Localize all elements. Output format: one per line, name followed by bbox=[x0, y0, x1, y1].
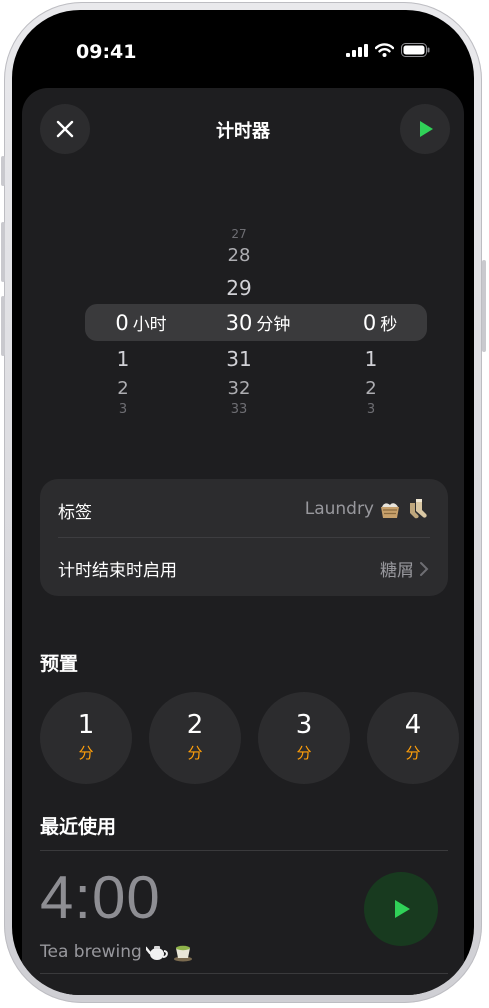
tea-cup-emoji-icon bbox=[173, 945, 192, 962]
timer-sheet: 计时器 27 28 29 30 分钟 31 32 33 0 小时 1 2 3 0… bbox=[22, 88, 464, 995]
teapot-emoji-icon bbox=[145, 946, 168, 960]
screen: 09:41 计时器 27 28 29 30 分钟 31 32 33 0 小时 1… bbox=[12, 10, 474, 995]
preset-4-min-button[interactable]: 4 分 bbox=[367, 692, 459, 784]
minutes-option-32: 32 bbox=[227, 378, 251, 399]
play-icon bbox=[420, 121, 433, 137]
battery-icon bbox=[401, 43, 430, 57]
minutes-option-31: 31 bbox=[226, 347, 252, 371]
hours-selected-value: 0 bbox=[115, 311, 129, 335]
start-timer-button[interactable] bbox=[400, 104, 450, 154]
label-row-title: 标签 bbox=[58, 503, 92, 523]
preset-value: 4 bbox=[404, 710, 422, 740]
minutes-selected-value: 30 bbox=[225, 311, 253, 335]
preset-unit: 分 bbox=[187, 744, 203, 762]
preset-unit: 分 bbox=[405, 744, 421, 762]
label-row-value-group: Laundry bbox=[305, 498, 430, 520]
sheet-title: 计时器 bbox=[216, 121, 270, 142]
seconds-selected-value: 0 bbox=[362, 311, 377, 335]
label-row-value: Laundry bbox=[304, 499, 374, 519]
hours-unit: 小时 bbox=[132, 315, 167, 335]
preset-value: 3 bbox=[295, 710, 313, 740]
when-timer-ends-value-group: 糖屑 bbox=[380, 556, 430, 581]
hours-option-2: 2 bbox=[117, 378, 129, 399]
side-button-volume-up bbox=[1, 222, 5, 282]
minutes-option-29: 29 bbox=[226, 276, 252, 300]
when-timer-ends-title: 计时结束时启用 bbox=[58, 561, 177, 581]
play-icon bbox=[395, 900, 410, 918]
presets-title: 预置 bbox=[40, 653, 79, 675]
recents-bottom-divider bbox=[40, 973, 448, 974]
status-icons bbox=[346, 43, 430, 57]
hours-option-1: 1 bbox=[116, 347, 130, 371]
seconds-selected: 0秒 bbox=[363, 310, 397, 335]
timer-settings-card: 标签 Laundry 计时结束时启用 糖屑 bbox=[40, 479, 448, 596]
recents-title: 最近使用 bbox=[40, 816, 117, 838]
seconds-option-1: 1 bbox=[364, 347, 378, 371]
preset-unit: 分 bbox=[296, 744, 312, 762]
preset-2-min-button[interactable]: 2 分 bbox=[149, 692, 241, 784]
recent-timer-label-group: Tea brewing bbox=[40, 942, 194, 962]
minutes-option-28: 28 bbox=[227, 245, 251, 266]
seconds-unit: 秒 bbox=[380, 315, 398, 335]
status-time: 09:41 bbox=[76, 41, 137, 63]
seconds-option-2: 2 bbox=[365, 378, 377, 399]
recent-timer-play-button[interactable] bbox=[364, 872, 438, 946]
cellular-signal-icon bbox=[346, 43, 368, 57]
recent-timer-label: Tea brewing bbox=[40, 942, 142, 962]
preset-1-min-button[interactable]: 1 分 bbox=[40, 692, 132, 784]
when-timer-ends-row[interactable]: 计时结束时启用 糖屑 bbox=[40, 538, 448, 596]
status-bar: 09:41 bbox=[12, 10, 474, 90]
socks-emoji-icon bbox=[410, 499, 427, 519]
minutes-unit: 分钟 bbox=[256, 315, 291, 335]
side-button-power bbox=[482, 260, 486, 352]
recent-timer-duration: 4:00 bbox=[40, 864, 161, 931]
minutes-option-27: 27 bbox=[231, 227, 247, 241]
recent-timer-row[interactable]: 4:00 Tea brewing bbox=[22, 851, 464, 973]
wifi-icon bbox=[375, 43, 394, 57]
preset-unit: 分 bbox=[78, 744, 94, 762]
minutes-selected: 30 分钟 bbox=[226, 310, 291, 335]
minutes-option-33: 33 bbox=[230, 402, 248, 417]
chevron-right-icon bbox=[420, 561, 429, 576]
seconds-option-3: 3 bbox=[366, 402, 376, 417]
preset-value: 2 bbox=[186, 710, 204, 740]
preset-value: 1 bbox=[77, 710, 95, 740]
preset-3-min-button[interactable]: 3 分 bbox=[258, 692, 350, 784]
label-row[interactable]: 标签 Laundry bbox=[40, 479, 448, 537]
side-button-volume-down bbox=[1, 296, 5, 356]
laundry-basket-emoji-icon bbox=[381, 503, 399, 518]
hours-selected: 0 小时 bbox=[115, 310, 166, 335]
side-button-action bbox=[1, 156, 5, 186]
hours-option-3: 3 bbox=[118, 402, 128, 417]
when-timer-ends-value: 糖屑 bbox=[380, 561, 414, 581]
